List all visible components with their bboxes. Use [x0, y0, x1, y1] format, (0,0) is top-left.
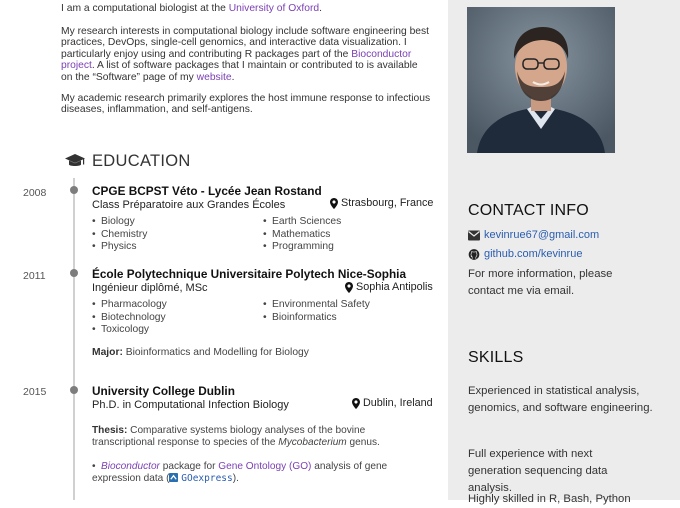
- location-text: Dublin, Ireland: [363, 397, 433, 409]
- oxford-link[interactable]: University of Oxford: [229, 3, 319, 14]
- map-marker-icon: [330, 197, 338, 209]
- course-item: • Biotechnology: [92, 312, 166, 323]
- bioconductor-link[interactable]: Bioconductor: [101, 461, 160, 472]
- timeline-dot: [70, 269, 78, 277]
- course-item: • Earth Sciences: [263, 216, 342, 227]
- about-text: .: [231, 71, 235, 83]
- map-marker-icon: [352, 397, 360, 409]
- package-paragraph: • Bioconductor package for Gene Ontology …: [92, 461, 388, 484]
- location-text: Strasbourg, France: [341, 197, 434, 209]
- profile-photo: [467, 7, 615, 153]
- section-title: EDUCATION: [92, 151, 191, 170]
- education-heading: EDUCATION: [64, 151, 191, 171]
- email-link[interactable]: kevinrue67@gmail.com: [484, 229, 599, 241]
- skill-item: Full experience with next generation seq…: [468, 448, 608, 494]
- package-icon: [169, 472, 179, 482]
- course-item: • Chemistry: [92, 229, 148, 240]
- entry-year: 2011: [23, 270, 46, 282]
- entry-location: Dublin, Ireland: [352, 397, 433, 409]
- about-paragraph-2: My research interests in computational b…: [61, 26, 431, 83]
- about-paragraph-3: My academic research primarily explores …: [61, 93, 431, 116]
- course-item: • Environmental Safety: [263, 299, 370, 310]
- entry-subtitle: Ph.D. in Computational Infection Biology: [92, 399, 289, 411]
- timeline-line: [73, 178, 75, 500]
- github-link[interactable]: github.com/kevinrue: [484, 248, 582, 260]
- about-text: . A list of software packages that I mai…: [61, 60, 418, 83]
- about-paragraph-1: I am a computational biologist at the Un…: [61, 3, 431, 14]
- entry-subtitle: Ingénieur diplômé, MSc: [92, 282, 208, 294]
- course-item: • Programming: [263, 241, 334, 252]
- course-item: • Mathematics: [263, 229, 331, 240]
- timeline-dot: [70, 386, 78, 394]
- contact-note: For more information, please contact me …: [468, 268, 613, 297]
- entry-title: CPGE BCPST Véto - Lycée Jean Rostand: [92, 184, 322, 198]
- entry-title: University College Dublin: [92, 384, 235, 398]
- entry-title: École Polytechnique Universitaire Polyte…: [92, 267, 407, 281]
- entry-year: 2008: [23, 187, 47, 199]
- skills-heading: SKILLS: [468, 349, 524, 366]
- email-contact[interactable]: kevinrue67@gmail.com: [468, 229, 599, 241]
- goexpress-link[interactable]: GOexpress: [181, 473, 232, 484]
- contact-heading: CONTACT INFO: [468, 202, 589, 219]
- major-line: Major: Bioinformatics and Modelling for …: [92, 347, 309, 358]
- map-marker-icon: [345, 281, 353, 293]
- entry-location: Strasbourg, France: [330, 197, 433, 209]
- course-item: • Physics: [92, 241, 137, 252]
- main-column: I am a computational biologist at the Un…: [0, 0, 448, 500]
- thesis-paragraph: Thesis: Comparative systems biology anal…: [92, 425, 380, 448]
- course-item: • Bioinformatics: [263, 312, 337, 323]
- entry-year: 2015: [23, 386, 47, 398]
- skill-item: Experienced in statistical analysis, gen…: [468, 385, 653, 414]
- course-item: • Biology: [92, 216, 135, 227]
- course-item: • Pharmacology: [92, 299, 167, 310]
- location-text: Sophia Antipolis: [356, 281, 433, 293]
- about-text: .: [319, 3, 323, 14]
- timeline-dot: [70, 186, 78, 194]
- github-icon: [468, 248, 480, 260]
- about-text: I am a computational biologist at the: [61, 3, 229, 14]
- github-contact[interactable]: github.com/kevinrue: [468, 248, 582, 260]
- envelope-icon: [468, 230, 480, 240]
- portrait-image: [467, 7, 615, 153]
- gene-ontology-link[interactable]: Gene Ontology (GO): [218, 461, 311, 472]
- website-link[interactable]: website: [197, 72, 232, 83]
- entry-subtitle: Class Préparatoire aux Grandes Écoles: [92, 199, 286, 211]
- course-item: • Toxicology: [92, 324, 150, 335]
- graduation-cap-icon: [65, 154, 85, 166]
- entry-location: Sophia Antipolis: [345, 281, 433, 293]
